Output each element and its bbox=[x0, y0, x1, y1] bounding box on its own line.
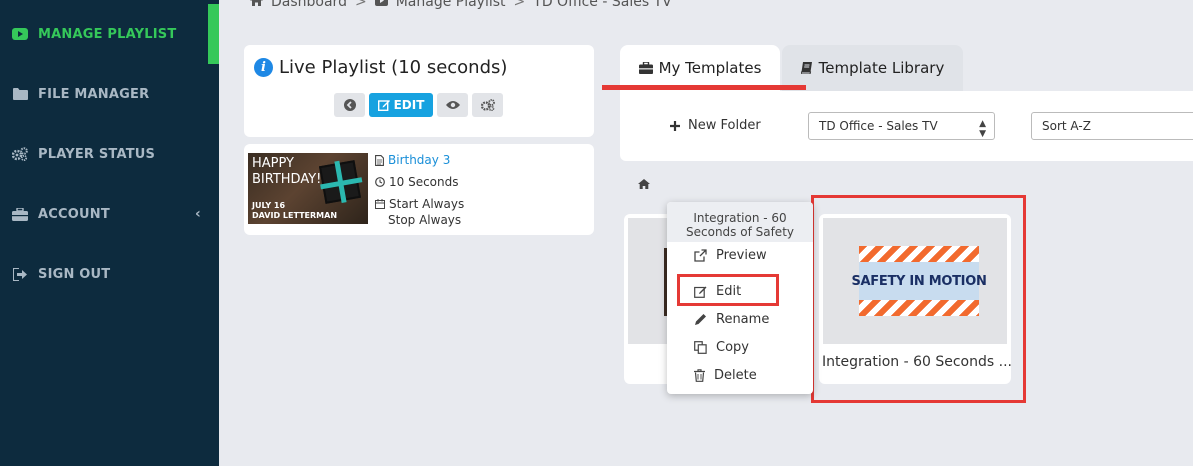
card-highlight-annotation bbox=[811, 195, 1026, 403]
tab-template-library[interactable]: Template Library bbox=[782, 45, 963, 91]
thumb-subtext: JULY 16 DAVID LETTERMAN bbox=[252, 201, 338, 220]
live-playlist-title-text: Live Playlist (10 seconds) bbox=[279, 57, 508, 78]
sidebar-item-file-manager[interactable]: FILE MANAGER bbox=[0, 64, 219, 124]
menu-item-label: Copy bbox=[716, 340, 749, 355]
tab-label: My Templates bbox=[658, 59, 762, 77]
sort-select-value: Sort A-Z bbox=[1042, 119, 1091, 133]
breadcrumb-current: TD Office - Sales TV bbox=[533, 0, 672, 10]
menu-item-copy[interactable]: Copy bbox=[694, 340, 749, 355]
menu-item-label: Delete bbox=[714, 368, 757, 383]
breadcrumb-separator: > bbox=[354, 0, 367, 10]
clock-icon bbox=[375, 177, 385, 187]
arrow-left-circle-icon bbox=[343, 99, 356, 111]
thumb-text: HAPPY BIRTHDAY! bbox=[252, 156, 322, 187]
external-link-icon bbox=[694, 249, 707, 262]
sidebar-item-player-status[interactable]: PLAYER STATUS bbox=[0, 124, 219, 184]
birthday-thumbnail: HAPPY BIRTHDAY! JULY 16 DAVID LETTERMAN bbox=[248, 153, 368, 224]
sidebar-item-sign-out[interactable]: SIGN OUT bbox=[0, 244, 219, 304]
video-icon bbox=[374, 0, 388, 10]
eye-icon bbox=[445, 101, 460, 109]
tab-label: Template Library bbox=[818, 59, 945, 77]
breadcrumb-separator: > bbox=[513, 0, 526, 10]
preview-button[interactable] bbox=[437, 93, 468, 117]
briefcase-icon bbox=[638, 62, 653, 74]
file-icon bbox=[375, 154, 384, 166]
sidebar-item-label: FILE MANAGER bbox=[38, 86, 150, 102]
plus-icon bbox=[670, 120, 680, 131]
edit-playlist-button[interactable]: EDIT bbox=[369, 93, 433, 117]
breadcrumb-link-manage-playlist[interactable]: Manage Playlist bbox=[396, 0, 506, 10]
menu-item-label: Rename bbox=[716, 312, 770, 327]
playlist-item-stop: Stop Always bbox=[388, 213, 462, 227]
playlist-item[interactable]: HAPPY BIRTHDAY! JULY 16 DAVID LETTERMAN … bbox=[244, 144, 594, 235]
chevron-down-icon: ▲ ▼ bbox=[979, 119, 986, 139]
chevron-left-icon: ‹ bbox=[195, 206, 201, 222]
folder-icon bbox=[12, 87, 28, 101]
home-icon bbox=[250, 0, 263, 10]
playlist-item-meta: Birthday 3 10 Seconds Start Always Stop … bbox=[375, 149, 464, 228]
signout-icon bbox=[12, 267, 28, 281]
settings-button[interactable] bbox=[472, 93, 503, 117]
sidebar-item-manage-playlist[interactable]: MANAGE PLAYLIST bbox=[0, 4, 219, 64]
sidebar: MANAGE PLAYLIST FILE MANAGER PLAYER STAT… bbox=[0, 0, 219, 466]
location-select-value: TD Office - Sales TV bbox=[819, 119, 938, 133]
templates-toolbar: New Folder TD Office - Sales TV ▲ ▼ Sort … bbox=[620, 91, 1193, 161]
playlist-actions: EDIT bbox=[334, 93, 503, 117]
menu-item-rename[interactable]: Rename bbox=[694, 312, 769, 327]
sidebar-item-label: SIGN OUT bbox=[38, 266, 111, 282]
pencil-icon bbox=[695, 314, 706, 325]
context-menu-title: Integration - 60 Seconds of Safety bbox=[667, 202, 813, 242]
sort-select[interactable]: Sort A-Z bbox=[1031, 112, 1193, 140]
sidebar-item-account[interactable]: ACCOUNT ‹ bbox=[0, 184, 219, 244]
playlist-item-name[interactable]: Birthday 3 bbox=[388, 149, 450, 171]
sidebar-item-label: PLAYER STATUS bbox=[38, 146, 156, 162]
play-icon bbox=[12, 27, 28, 41]
book-icon bbox=[800, 62, 812, 74]
gears-icon bbox=[480, 99, 495, 111]
playlist-item-duration: 10 Seconds bbox=[389, 175, 459, 189]
trash-icon bbox=[694, 369, 705, 382]
new-folder-button[interactable]: New Folder bbox=[670, 118, 761, 133]
back-button[interactable] bbox=[334, 93, 365, 117]
live-playlist-title: i Live Playlist (10 seconds) bbox=[254, 57, 507, 78]
copy-icon bbox=[694, 341, 707, 354]
briefcase-icon bbox=[12, 207, 28, 221]
home-icon[interactable] bbox=[638, 174, 650, 193]
edit-highlight-annotation bbox=[677, 274, 779, 306]
breadcrumb: Dashboard > Manage Playlist > TD Office … bbox=[250, 0, 672, 10]
gears-icon bbox=[12, 147, 28, 161]
sidebar-item-label: ACCOUNT bbox=[38, 206, 110, 222]
tab-highlight-annotation bbox=[602, 85, 806, 90]
gift-box-image bbox=[318, 160, 362, 204]
new-folder-label: New Folder bbox=[688, 118, 761, 133]
live-playlist-panel: i Live Playlist (10 seconds) EDIT bbox=[244, 45, 594, 137]
breadcrumb-link-dashboard[interactable]: Dashboard bbox=[271, 0, 347, 10]
sidebar-item-label: MANAGE PLAYLIST bbox=[38, 26, 177, 42]
location-select[interactable]: TD Office - Sales TV ▲ ▼ bbox=[808, 112, 995, 140]
menu-item-preview[interactable]: Preview bbox=[694, 248, 767, 263]
info-icon: i bbox=[254, 58, 273, 77]
menu-item-delete[interactable]: Delete bbox=[694, 368, 757, 383]
calendar-icon bbox=[375, 199, 385, 209]
edit-label: EDIT bbox=[393, 98, 425, 112]
edit-icon bbox=[377, 100, 390, 111]
menu-item-label: Preview bbox=[716, 248, 767, 263]
